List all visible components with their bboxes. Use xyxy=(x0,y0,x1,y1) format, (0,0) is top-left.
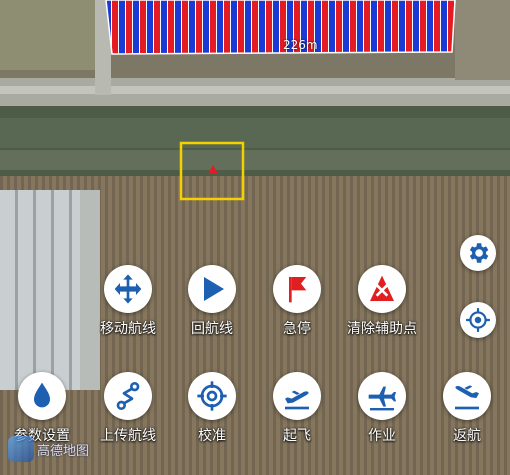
takeoff-label: 起飞 xyxy=(283,428,311,444)
work-label: 作业 xyxy=(368,428,396,444)
move-arrows-icon xyxy=(114,274,142,304)
settings-gear-button[interactable] xyxy=(460,235,496,271)
return-home-label: 返航 xyxy=(453,428,481,444)
water-drop-icon xyxy=(34,382,50,408)
return-to-route-button[interactable]: 回航线 xyxy=(182,265,242,338)
map-scale-label: 226m xyxy=(283,38,318,52)
move-route-label: 移动航线 xyxy=(100,321,156,337)
upload-route-label: 上传航线 xyxy=(100,428,156,444)
takeoff-plane-icon xyxy=(285,390,309,410)
work-plane-icon xyxy=(368,386,396,411)
calibrate-button[interactable]: 校准 xyxy=(182,372,242,445)
map-imagery xyxy=(0,0,510,475)
return-to-route-label: 回航线 xyxy=(191,321,233,337)
map-logo-text: 高德地图 xyxy=(37,443,90,459)
map-provider-logo: 高德地图 xyxy=(8,436,89,462)
emergency-stop-button[interactable]: 急停 xyxy=(267,265,327,338)
red-flag-icon xyxy=(289,277,307,303)
map-logo-icon xyxy=(8,436,34,462)
work-button[interactable]: 作业 xyxy=(352,372,412,445)
calibrate-crosshair-icon xyxy=(197,381,227,411)
calibrate-label: 校准 xyxy=(198,428,226,444)
clear-points-icon xyxy=(370,275,394,301)
locate-button[interactable] xyxy=(460,302,496,338)
return-plane-icon xyxy=(455,385,479,410)
clear-aux-points-button[interactable]: 清除辅助点 xyxy=(342,265,422,338)
move-route-button[interactable]: 移动航线 xyxy=(98,265,158,338)
upload-route-icon xyxy=(116,382,140,410)
clear-aux-points-label: 清除辅助点 xyxy=(347,321,417,337)
emergency-stop-label: 急停 xyxy=(283,321,311,337)
satellite-map[interactable] xyxy=(0,0,510,475)
upload-route-button[interactable]: 上传航线 xyxy=(94,372,162,445)
takeoff-button[interactable]: 起飞 xyxy=(267,372,327,445)
play-icon xyxy=(204,277,224,301)
gear-icon xyxy=(469,243,489,263)
return-home-button[interactable]: 返航 xyxy=(437,372,497,445)
locate-crosshair-icon xyxy=(466,308,490,332)
parameter-settings-button[interactable]: 参数设置 xyxy=(12,372,72,445)
